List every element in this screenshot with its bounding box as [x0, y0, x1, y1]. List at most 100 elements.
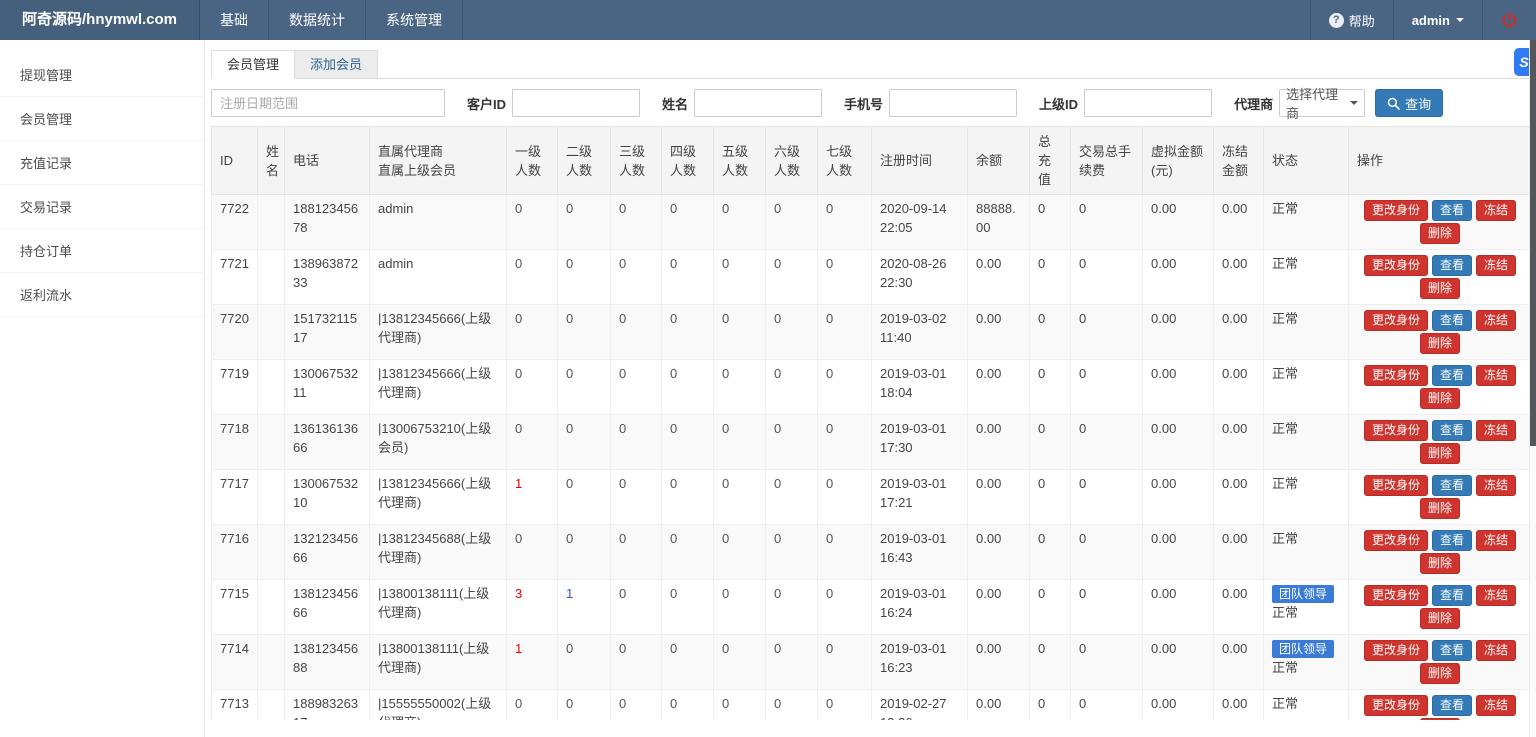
freeze-button[interactable]: 冻结	[1476, 310, 1517, 331]
view-button[interactable]: 查看	[1431, 640, 1472, 661]
freeze-button[interactable]: 冻结	[1476, 365, 1517, 386]
change-identity-button[interactable]: 更改身份	[1363, 475, 1428, 496]
column-header-0: ID	[211, 126, 258, 195]
cell-parent: |13800138111(上级代理商)	[369, 634, 507, 690]
level-count-link[interactable]: 1	[515, 476, 522, 491]
agent-select-value: 选择代理商	[1286, 87, 1339, 121]
level-count: 0	[619, 201, 627, 216]
freeze-button[interactable]: 冻结	[1476, 585, 1517, 606]
view-button[interactable]: 查看	[1431, 585, 1472, 606]
nav-item-2[interactable]: 系统管理	[366, 0, 464, 40]
cell-level3-count: 0	[610, 634, 662, 690]
sidebar-item-3[interactable]: 交易记录	[0, 185, 204, 229]
level-count: 0	[670, 641, 678, 656]
action-buttons: 更改身份查看冻结删除	[1357, 474, 1523, 520]
view-button[interactable]: 查看	[1431, 420, 1472, 441]
sidebar-item-1[interactable]: 会员管理	[0, 97, 204, 141]
freeze-button[interactable]: 冻结	[1476, 530, 1517, 551]
change-identity-button[interactable]: 更改身份	[1363, 420, 1428, 441]
sidebar-item-0[interactable]: 提现管理	[0, 53, 204, 97]
change-identity-button[interactable]: 更改身份	[1363, 530, 1428, 551]
search-button[interactable]: 查询	[1375, 89, 1444, 117]
cell-level3-count: 0	[610, 524, 662, 580]
parent-id-input[interactable]	[1084, 89, 1213, 117]
column-header-17: 状态	[1263, 126, 1349, 195]
user-menu[interactable]: admin	[1392, 0, 1482, 40]
delete-button[interactable]: 删除	[1419, 388, 1460, 409]
register-clock: 17:21	[880, 495, 913, 510]
freeze-button[interactable]: 冻结	[1476, 695, 1517, 716]
view-button[interactable]: 查看	[1431, 200, 1472, 221]
delete-button[interactable]: 删除	[1419, 333, 1460, 354]
delete-button[interactable]: 删除	[1419, 718, 1460, 720]
level-count: 0	[670, 586, 678, 601]
agent-select[interactable]: 选择代理商	[1279, 87, 1366, 121]
nav-item-0[interactable]: 基础	[200, 0, 270, 40]
sidebar-item-4[interactable]: 持仓订单	[0, 229, 204, 273]
navbar-right: ? 帮助 admin	[1309, 0, 1536, 40]
delete-button[interactable]: 删除	[1419, 223, 1460, 244]
freeze-button[interactable]: 冻结	[1476, 255, 1517, 276]
view-button[interactable]: 查看	[1431, 255, 1472, 276]
tab-add-member[interactable]: 添加会员	[295, 50, 379, 79]
level-count: 0	[722, 586, 730, 601]
level-count: 0	[619, 586, 627, 601]
register-date-range-input[interactable]	[211, 89, 445, 117]
scrollbar-thumb[interactable]	[1530, 40, 1536, 446]
nav-item-1[interactable]: 数据统计	[269, 0, 367, 40]
cell-level3-count: 0	[610, 359, 662, 415]
column-header-13: 总充值	[1029, 126, 1071, 195]
view-button[interactable]: 查看	[1431, 310, 1472, 331]
change-identity-button[interactable]: 更改身份	[1363, 585, 1428, 606]
level-count: 0	[566, 201, 574, 216]
logout-button[interactable]	[1482, 0, 1536, 40]
view-button[interactable]: 查看	[1431, 530, 1472, 551]
view-button[interactable]: 查看	[1431, 365, 1472, 386]
sidebar-item-2[interactable]: 充值记录	[0, 141, 204, 185]
level-count: 0	[774, 531, 782, 546]
change-identity-button[interactable]: 更改身份	[1363, 200, 1428, 221]
column-header-5: 二级人数	[557, 126, 611, 195]
cell-balance: 0.00	[967, 359, 1030, 415]
delete-button[interactable]: 删除	[1419, 278, 1460, 299]
cell-total-recharge: 0	[1029, 194, 1071, 250]
tab-member-management[interactable]: 会员管理	[211, 50, 296, 79]
level-count: 0	[515, 256, 523, 271]
name-input[interactable]	[694, 89, 823, 117]
cell-frozen-amount: 0.00	[1213, 634, 1264, 690]
freeze-button[interactable]: 冻结	[1476, 475, 1517, 496]
cell-level4-count: 0	[661, 469, 714, 525]
view-button[interactable]: 查看	[1431, 475, 1472, 496]
level-count: 0	[670, 201, 678, 216]
phone-input[interactable]	[889, 89, 1018, 117]
delete-button[interactable]: 删除	[1419, 663, 1460, 684]
change-identity-button[interactable]: 更改身份	[1363, 695, 1428, 716]
level-count-link[interactable]: 1	[566, 586, 573, 601]
change-identity-button[interactable]: 更改身份	[1363, 255, 1428, 276]
delete-button[interactable]: 删除	[1419, 553, 1460, 574]
register-date: 2019-03-01	[880, 421, 947, 436]
level-count-link[interactable]: 1	[515, 641, 522, 656]
freeze-button[interactable]: 冻结	[1476, 420, 1517, 441]
level-count: 0	[566, 696, 574, 711]
help-button[interactable]: ? 帮助	[1309, 0, 1393, 40]
sidebar-item-5[interactable]: 返利流水	[0, 273, 204, 317]
level-count: 0	[826, 366, 834, 381]
cell-virtual-amount: 0.00	[1142, 249, 1214, 305]
cell-level4-count: 0	[661, 689, 714, 720]
freeze-button[interactable]: 冻结	[1476, 640, 1517, 661]
customer-id-input[interactable]	[512, 89, 641, 117]
cell-level5-count: 0	[713, 194, 766, 250]
delete-button[interactable]: 删除	[1419, 443, 1460, 464]
change-identity-button[interactable]: 更改身份	[1363, 640, 1428, 661]
delete-button[interactable]: 删除	[1419, 498, 1460, 519]
level-count: 0	[722, 476, 730, 491]
level-count-link[interactable]: 3	[515, 586, 522, 601]
change-identity-button[interactable]: 更改身份	[1363, 310, 1428, 331]
view-button[interactable]: 查看	[1431, 695, 1472, 716]
delete-button[interactable]: 删除	[1419, 608, 1460, 629]
freeze-button[interactable]: 冻结	[1476, 200, 1517, 221]
change-identity-button[interactable]: 更改身份	[1363, 365, 1428, 386]
column-header-3: 直属代理商 直属上级会员	[369, 126, 507, 195]
cell-level7-count: 0	[817, 469, 872, 525]
